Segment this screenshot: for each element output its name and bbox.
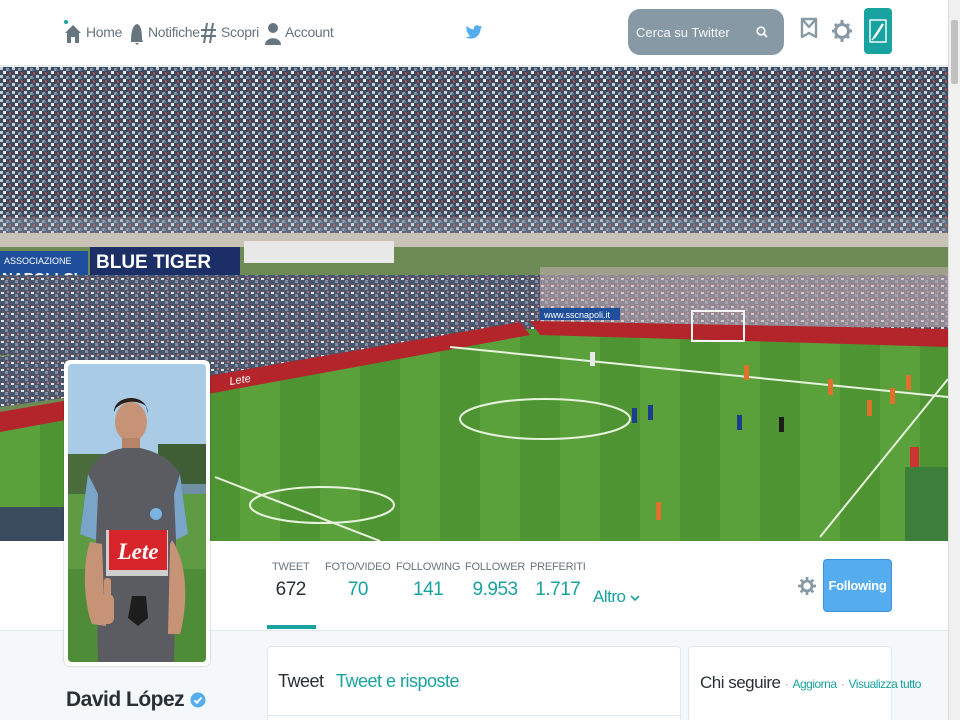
stat-favorites-value: 1.717 bbox=[535, 579, 581, 600]
nav-home[interactable]: Home bbox=[64, 16, 122, 48]
top-navigation-bar: Home Notifiche Scopri Account bbox=[0, 0, 948, 66]
hashtag-icon bbox=[201, 23, 216, 43]
stat-following[interactable]: FOLLOWING 141 bbox=[396, 561, 460, 601]
refresh-link[interactable]: Aggiorna bbox=[792, 677, 837, 691]
nav-account-label: Account bbox=[285, 24, 334, 40]
stat-favorites-label: PREFERITI bbox=[530, 561, 586, 573]
compose-tweet-icon bbox=[869, 19, 887, 43]
profile-name: David López bbox=[66, 688, 206, 712]
stat-tweets-label: TWEET bbox=[272, 561, 310, 573]
nav-discover[interactable]: Scopri bbox=[201, 16, 259, 48]
active-tab-indicator bbox=[267, 625, 316, 629]
stat-tweets[interactable]: TWEET 672 bbox=[272, 561, 310, 601]
person-icon bbox=[265, 23, 281, 45]
tab-tweets-and-replies[interactable]: Tweet e risposte bbox=[336, 671, 460, 692]
chevron-down-icon bbox=[630, 595, 640, 602]
scrollbar-thumb[interactable] bbox=[951, 20, 958, 84]
avatar-photo: Lete bbox=[68, 364, 206, 662]
verified-badge-icon bbox=[190, 692, 206, 708]
banner-sign-sscnapoli: www.sscnapoli.it bbox=[543, 310, 611, 320]
nav-notifications[interactable]: Notifiche bbox=[128, 16, 200, 48]
tab-tweets[interactable]: Tweet bbox=[278, 671, 324, 692]
nav-account[interactable]: Account bbox=[265, 16, 334, 48]
twitter-profile-page: Home Notifiche Scopri Account Cerca su T… bbox=[0, 0, 960, 720]
stat-followers[interactable]: FOLLOWER 9.953 bbox=[465, 561, 525, 601]
profile-avatar[interactable]: Lete bbox=[64, 360, 210, 666]
search-icon[interactable] bbox=[756, 26, 768, 38]
twitter-bird-icon[interactable] bbox=[465, 20, 483, 44]
following-button[interactable]: Following bbox=[823, 559, 892, 612]
who-to-follow-title: Chi seguire bbox=[700, 673, 781, 692]
stat-photos-label: FOTO/VIDEO bbox=[325, 561, 391, 573]
timeline-divider bbox=[268, 715, 682, 716]
search-input[interactable] bbox=[636, 24, 756, 40]
messages-icon[interactable] bbox=[800, 16, 818, 46]
view-all-link[interactable]: Visualizza tutto bbox=[848, 677, 921, 691]
stat-followers-value: 9.953 bbox=[472, 579, 519, 600]
stat-followers-label: FOLLOWER bbox=[465, 561, 526, 573]
compose-tweet-button[interactable] bbox=[864, 8, 892, 54]
shirt-sponsor-text: Lete bbox=[117, 539, 159, 564]
profile-name-text: David López bbox=[66, 688, 185, 711]
stat-following-label: FOLLOWING bbox=[396, 561, 461, 573]
stat-tweets-value: 672 bbox=[275, 579, 307, 600]
search-box[interactable] bbox=[628, 9, 784, 55]
nav-home-label: Home bbox=[86, 24, 123, 40]
who-to-follow-header: Chi seguire · Aggiorna · Visualizza tutt… bbox=[700, 673, 921, 693]
nav-notifications-label: Notifiche bbox=[148, 24, 200, 40]
stat-favorites[interactable]: PREFERITI 1.717 bbox=[530, 561, 586, 601]
more-menu[interactable]: Altro bbox=[593, 587, 640, 607]
bell-icon bbox=[131, 24, 143, 45]
separator-dot-2: · bbox=[840, 677, 845, 691]
home-icon bbox=[64, 20, 81, 43]
who-to-follow-panel: Chi seguire · Aggiorna · Visualizza tutt… bbox=[688, 646, 921, 720]
user-actions-gear-icon[interactable] bbox=[798, 574, 816, 598]
gear-icon[interactable] bbox=[832, 16, 852, 46]
stat-photos-value: 70 bbox=[347, 579, 369, 600]
nav-discover-label: Scopri bbox=[221, 24, 259, 40]
banner-sign-assoc: ASSOCIAZIONE bbox=[4, 256, 72, 266]
banner-sign-bluetiger: BLUE TIGER bbox=[96, 252, 211, 273]
stat-photos-videos[interactable]: FOTO/VIDEO 70 bbox=[325, 561, 391, 601]
stat-following-value: 141 bbox=[413, 579, 444, 600]
timeline-panel: Tweet Tweet e risposte bbox=[267, 646, 682, 720]
page-scrollbar[interactable] bbox=[948, 0, 960, 720]
separator-dot-1: · bbox=[784, 677, 789, 691]
more-menu-label: Altro bbox=[593, 587, 626, 606]
